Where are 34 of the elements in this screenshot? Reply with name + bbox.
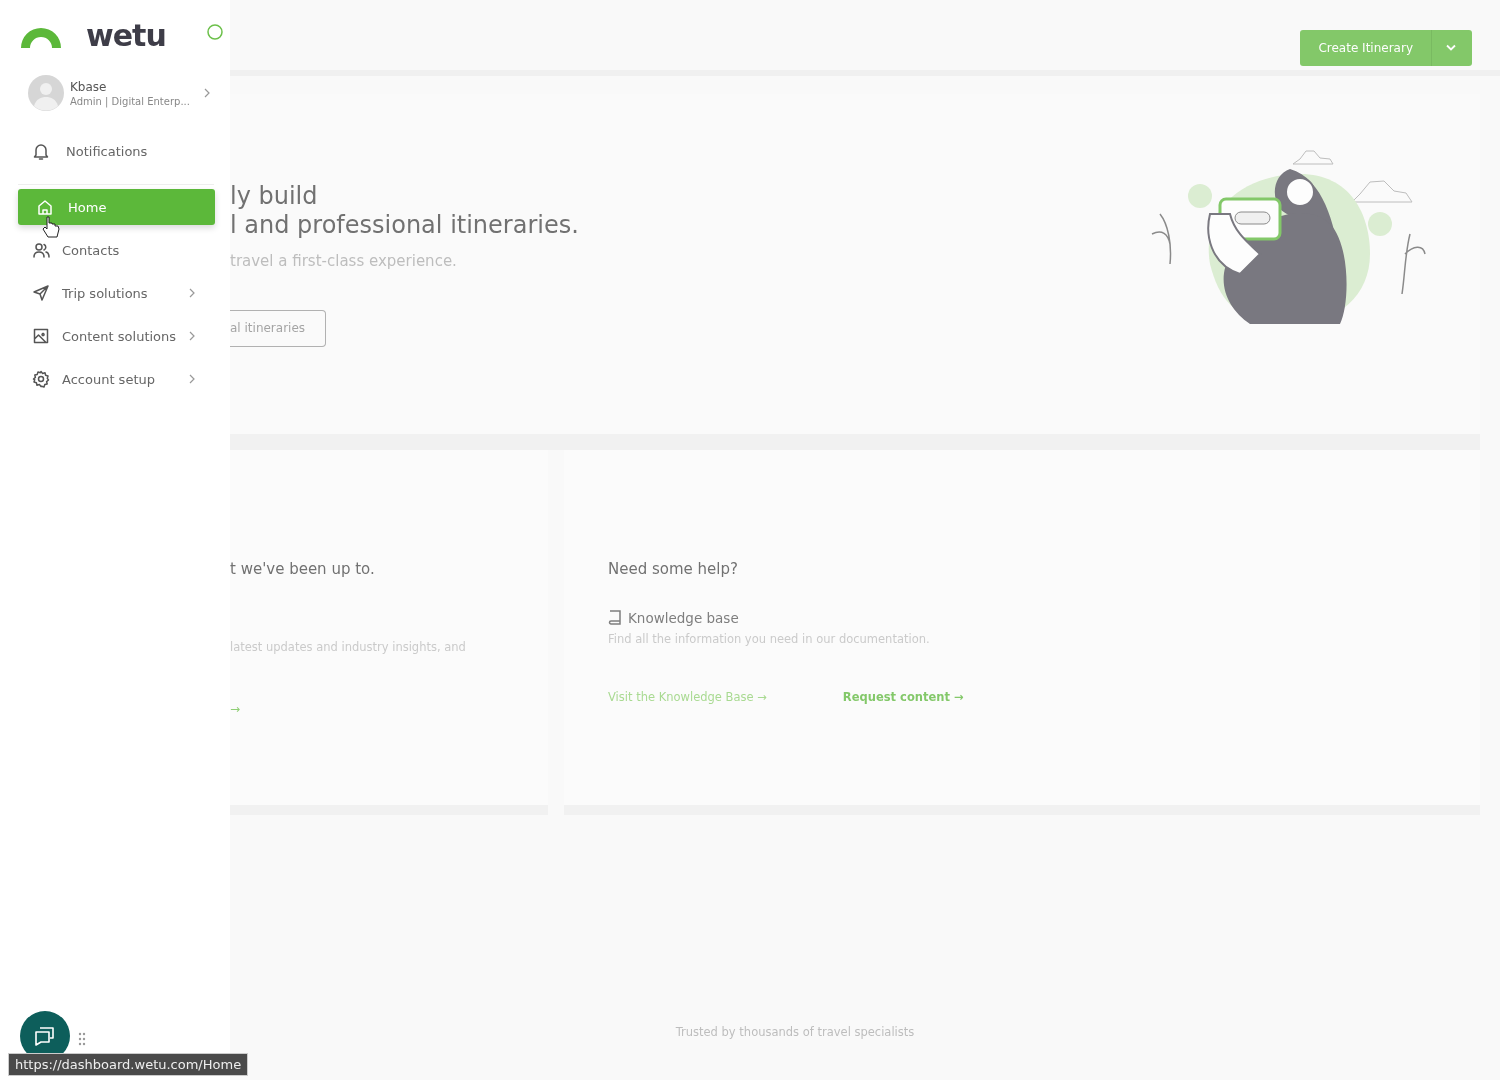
hero-heading-line: l and professional itineraries. xyxy=(230,210,579,240)
hero-subtitle: travel a first-class experience. xyxy=(230,251,458,270)
bell-icon xyxy=(32,142,50,160)
status-ring-icon xyxy=(205,22,224,41)
knowledge-base-title: Knowledge base xyxy=(628,610,739,626)
footer-text: Trusted by thousands of travel specialists xyxy=(674,1025,916,1039)
hero-heading-line: ly build xyxy=(230,181,319,211)
settings-icon xyxy=(32,370,50,388)
avatar xyxy=(28,75,64,111)
brand-name: wetu xyxy=(86,18,166,53)
drag-handle-icon xyxy=(78,1032,86,1046)
caret-icon xyxy=(1446,44,1456,52)
nav-item[interactable]: Contacts xyxy=(18,232,215,268)
status-url-tooltip: https://dashboard.wetu.com/Home xyxy=(8,1053,249,1076)
book-icon xyxy=(608,610,622,626)
paper-plane-icon xyxy=(32,284,50,302)
user-role: Admin | Digital Enterp... xyxy=(70,95,191,107)
chevron-icon xyxy=(189,288,195,298)
home-icon xyxy=(36,198,54,216)
nav-item[interactable]: Content solutions xyxy=(18,318,215,354)
card-title: Need some help? xyxy=(608,560,739,578)
card-title: t we've been up to. xyxy=(230,560,376,578)
chevron-icon xyxy=(189,374,195,384)
nav-item[interactable]: Notifications xyxy=(18,133,215,169)
image-icon xyxy=(32,327,50,345)
hand-cursor-icon xyxy=(42,215,60,239)
people-icon xyxy=(32,241,50,259)
nav-item[interactable]: Account setup xyxy=(18,361,215,397)
chevron-icon xyxy=(189,331,195,341)
user-profile[interactable]: Kbase Admin | Digital Enterp... xyxy=(28,75,216,111)
chat-icon xyxy=(33,1024,57,1048)
user-name: Kbase xyxy=(70,79,108,94)
chevron-icon xyxy=(204,88,210,98)
nav-item[interactable]: Trip solutions xyxy=(18,275,215,311)
